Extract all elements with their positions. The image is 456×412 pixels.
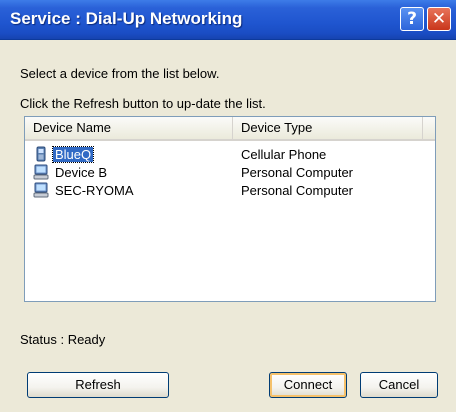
device-name-cell: Device B [25,163,233,181]
list-body: BlueQ Cellular Phone Device B Personal C… [25,145,435,199]
device-type: Personal Computer [241,182,353,198]
device-list[interactable]: Device Name Device Type BlueQ Cellular P… [24,116,436,302]
list-header: Device Name Device Type [25,117,435,141]
cancel-button[interactable]: Cancel [360,372,438,398]
instruction-refresh: Click the Refresh button to up-date the … [20,96,266,111]
status-text: Status : Ready [20,332,106,347]
device-name: Device B [55,164,108,180]
title-bar[interactable]: Service : Dial-Up Networking ? ✕ [0,0,456,40]
device-name-cell: SEC-RYOMA [25,181,233,199]
list-item[interactable]: SEC-RYOMA Personal Computer [25,181,435,199]
close-icon: ✕ [431,9,447,29]
help-button[interactable]: ? [400,7,424,31]
list-item[interactable]: Device B Personal Computer [25,163,435,181]
column-header-device-name[interactable]: Device Name [25,117,233,139]
help-icon: ? [407,9,417,29]
cellular-phone-icon [36,146,46,162]
device-type: Cellular Phone [241,146,327,162]
refresh-button[interactable]: Refresh [27,372,169,398]
computer-icon [33,164,49,180]
connect-button[interactable]: Connect [269,372,347,398]
device-name-cell: BlueQ [25,145,233,163]
window-title: Service : Dial-Up Networking [10,9,243,28]
instruction-select: Select a device from the list below. [20,66,220,81]
list-item[interactable]: BlueQ Cellular Phone [25,145,435,163]
device-name: SEC-RYOMA [55,182,134,198]
column-header-device-type[interactable]: Device Type [233,117,423,139]
close-button[interactable]: ✕ [427,7,451,31]
device-name: BlueQ [51,145,95,163]
device-type: Personal Computer [241,164,353,180]
computer-icon [33,182,49,198]
